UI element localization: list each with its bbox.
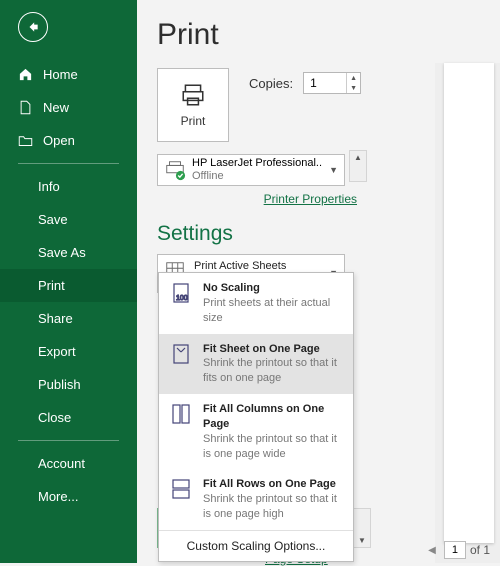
page-number-input[interactable] xyxy=(444,541,466,559)
svg-text:100: 100 xyxy=(176,295,188,302)
sidebar-item-saveas[interactable]: Save As xyxy=(0,236,137,269)
page-total-label: of 1 xyxy=(470,543,490,557)
printer-icon xyxy=(180,82,206,108)
option-title: Fit Sheet on One Page xyxy=(203,342,343,357)
printer-status-icon xyxy=(164,159,186,181)
sidebar-item-label: Close xyxy=(38,410,71,425)
sidebar-item-label: Save As xyxy=(38,245,86,260)
option-desc: Shrink the printout so that it fits on o… xyxy=(203,356,343,386)
option-title: No Scaling xyxy=(203,281,343,296)
sidebar-item-publish[interactable]: Publish xyxy=(0,368,137,401)
no-scaling-icon: 100 xyxy=(169,281,193,326)
copies-up[interactable]: ▲ xyxy=(347,73,360,83)
sidebar-item-save[interactable]: Save xyxy=(0,203,137,236)
copies-label: Copies: xyxy=(249,76,293,91)
sidebar-item-label: Save xyxy=(38,212,68,227)
sidebar-item-label: Share xyxy=(38,311,73,326)
scaling-option-fit-sheet[interactable]: Fit Sheet on One Page Shrink the printou… xyxy=(159,334,353,395)
sidebar-item-new[interactable]: New xyxy=(0,91,137,124)
settings-scroll-down[interactable]: ▼ xyxy=(353,508,371,548)
custom-scaling-options[interactable]: Custom Scaling Options... xyxy=(159,530,353,561)
sidebar-item-label: Home xyxy=(43,67,78,82)
sidebar-item-more[interactable]: More... xyxy=(0,480,137,513)
sidebar-item-label: Print xyxy=(38,278,65,293)
sidebar-item-share[interactable]: Share xyxy=(0,302,137,335)
preview-page xyxy=(444,63,494,543)
home-icon xyxy=(18,67,33,82)
sidebar-item-label: Export xyxy=(38,344,76,359)
sidebar-item-account[interactable]: Account xyxy=(0,447,137,480)
printer-scroll-up[interactable]: ▲ xyxy=(349,150,367,182)
print-button[interactable]: Print xyxy=(157,68,229,142)
sidebar-item-label: Publish xyxy=(38,377,81,392)
new-file-icon xyxy=(18,100,33,115)
page-navigation: ◀ of 1 xyxy=(424,541,490,559)
back-button[interactable] xyxy=(18,12,48,42)
scaling-option-fit-columns[interactable]: Fit All Columns on One Page Shrink the p… xyxy=(159,394,353,469)
option-title: Fit All Columns on One Page xyxy=(203,402,343,432)
print-preview-area xyxy=(435,63,500,563)
sidebar-separator xyxy=(18,163,119,164)
sidebar-item-close[interactable]: Close xyxy=(0,401,137,434)
sidebar-item-open[interactable]: Open xyxy=(0,124,137,157)
printer-properties-link[interactable]: Printer Properties xyxy=(157,192,357,206)
sidebar-item-label: More... xyxy=(38,489,78,504)
sidebar-item-label: Open xyxy=(43,133,75,148)
page-title: Print xyxy=(157,18,500,52)
sidebar-item-label: New xyxy=(43,100,69,115)
sidebar-item-home[interactable]: Home xyxy=(0,58,137,91)
option-desc: Shrink the printout so that it is one pa… xyxy=(203,432,343,462)
sidebar-item-print[interactable]: Print xyxy=(0,269,137,302)
scaling-dropdown: 100 No Scaling Print sheets at their act… xyxy=(158,272,354,562)
scaling-option-no-scaling[interactable]: 100 No Scaling Print sheets at their act… xyxy=(159,273,353,334)
option-desc: Print sheets at their actual size xyxy=(203,296,343,326)
sidebar-item-label: Info xyxy=(38,179,60,194)
back-arrow-icon xyxy=(26,20,40,34)
print-button-label: Print xyxy=(181,114,206,128)
scaling-option-fit-rows[interactable]: Fit All Rows on One Page Shrink the prin… xyxy=(159,469,353,530)
backstage-sidebar: Home New Open Info Save Save As Print Sh… xyxy=(0,0,137,563)
copies-spinner[interactable]: ▲ ▼ xyxy=(303,72,361,94)
sidebar-separator xyxy=(18,440,119,441)
printer-name: HP LaserJet Professional... xyxy=(192,157,323,170)
option-title: Fit All Rows on One Page xyxy=(203,477,343,492)
open-folder-icon xyxy=(18,133,33,148)
printer-status: Offline xyxy=(192,170,323,183)
option-desc: Shrink the printout so that it is one pa… xyxy=(203,492,343,522)
printer-selector[interactable]: HP LaserJet Professional... Offline ▼ xyxy=(157,154,345,186)
fit-sheet-icon xyxy=(169,342,193,387)
chevron-down-icon: ▼ xyxy=(329,165,338,175)
copies-control: Copies: ▲ ▼ xyxy=(249,72,361,94)
copies-down[interactable]: ▼ xyxy=(347,83,360,93)
copies-input[interactable] xyxy=(304,73,346,93)
prev-page-button[interactable]: ◀ xyxy=(424,542,440,558)
sidebar-item-label: Account xyxy=(38,456,85,471)
fit-rows-icon xyxy=(169,477,193,522)
fit-columns-icon xyxy=(169,402,193,461)
sidebar-item-export[interactable]: Export xyxy=(0,335,137,368)
sidebar-item-info[interactable]: Info xyxy=(0,170,137,203)
